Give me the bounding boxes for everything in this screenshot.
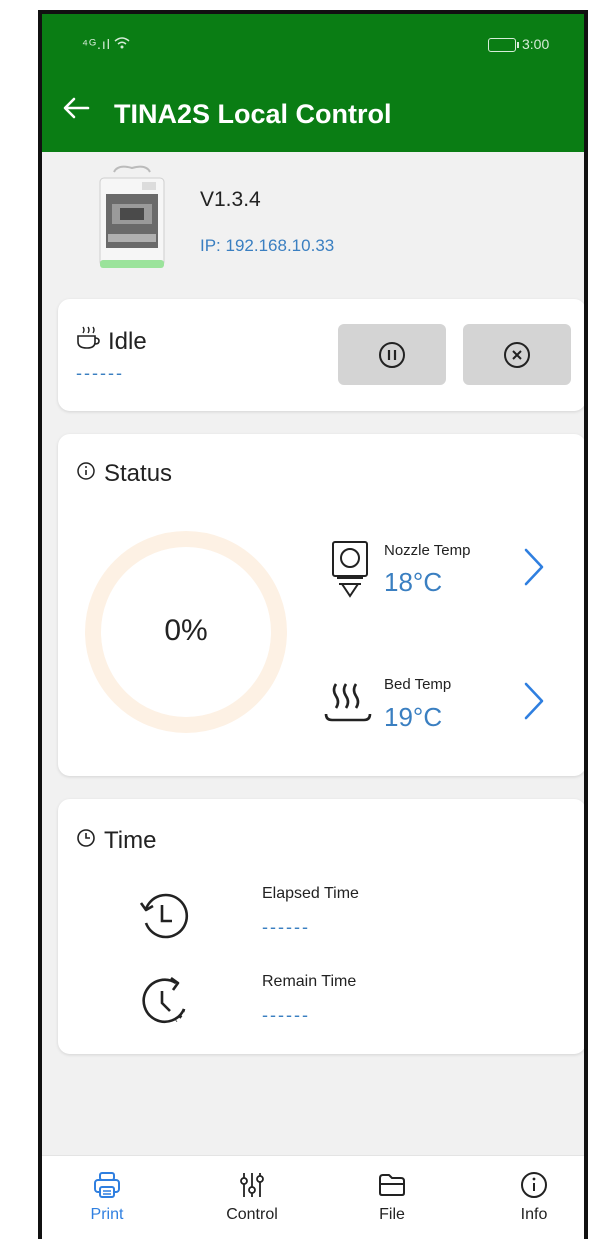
nozzle-temp-label: Nozzle Temp [384, 542, 471, 559]
elapsed-time-value: ------ [262, 917, 310, 937]
bed-temp-value: 19°C [384, 702, 443, 732]
job-name: ------ [76, 363, 124, 383]
nav-file-label: File [379, 1206, 405, 1223]
cancel-button[interactable] [463, 324, 571, 385]
time-title: Time [76, 827, 156, 855]
nav-print[interactable]: Print [62, 1156, 152, 1239]
remain-timer-icon [138, 975, 192, 1034]
signal-icon: ⁴ᴳ.ıl [82, 36, 111, 52]
device-frame-right [584, 10, 588, 1239]
cancel-icon [504, 341, 530, 368]
nav-control[interactable]: Control [207, 1156, 297, 1239]
app-screen: ⁴ᴳ.ıl 3:00 TINA2S Local Control V1.3.4 I… [42, 14, 584, 1239]
progress-percent: 0% [164, 614, 208, 647]
page-title: TINA2S Local Control [114, 99, 392, 129]
elapsed-time-label: Elapsed Time [262, 885, 359, 902]
nav-control-label: Control [226, 1206, 278, 1223]
status-card: Status 0% Nozzle Temp 18°C Bed Temp 19°C [58, 434, 584, 776]
ip-address: IP: 192.168.10.33 [200, 236, 335, 255]
info-circle-icon [76, 460, 96, 488]
nav-file[interactable]: File [347, 1156, 437, 1239]
remain-time-value: ------ [262, 1005, 310, 1025]
wifi-icon [114, 36, 130, 53]
bottom-nav: Print Control File Info [42, 1155, 584, 1239]
job-status-title: Idle [76, 325, 147, 358]
time-card: Time Elapsed Time ------ Remain Time ---… [58, 799, 584, 1054]
pause-button[interactable] [338, 324, 446, 385]
status-title-text: Status [104, 460, 173, 487]
status-time: 3:00 [522, 36, 550, 52]
nav-info-label: Info [520, 1206, 548, 1223]
app-header: ⁴ᴳ.ıl 3:00 TINA2S Local Control [42, 14, 584, 152]
folder-icon [379, 1174, 405, 1196]
bed-temp-label: Bed Temp [384, 676, 452, 693]
nozzle-icon [330, 540, 370, 605]
nav-info[interactable]: Info [489, 1156, 579, 1239]
job-card: Idle ------ [58, 299, 584, 411]
bed-chevron-right-icon[interactable] [520, 680, 548, 727]
printer-icon [94, 1172, 120, 1198]
job-state: Idle [108, 327, 147, 355]
idle-cup-icon [76, 325, 100, 358]
remain-time-label: Remain Time [262, 973, 357, 990]
arrow-left-icon[interactable] [62, 96, 90, 125]
nav-print-label: Print [90, 1206, 124, 1223]
clock-icon [76, 827, 96, 855]
firmware-version: V1.3.4 [200, 188, 261, 211]
nozzle-temp-value: 18°C [384, 567, 443, 597]
printer-image [94, 164, 170, 276]
info-icon [521, 1172, 547, 1198]
sliders-icon [240, 1173, 264, 1197]
elapsed-history-icon [138, 889, 192, 948]
time-title-text: Time [104, 827, 157, 854]
heated-bed-icon [324, 680, 372, 731]
nozzle-chevron-right-icon[interactable] [520, 546, 548, 593]
pause-icon [379, 341, 405, 368]
battery-icon [488, 38, 519, 52]
status-title: Status [76, 460, 172, 488]
